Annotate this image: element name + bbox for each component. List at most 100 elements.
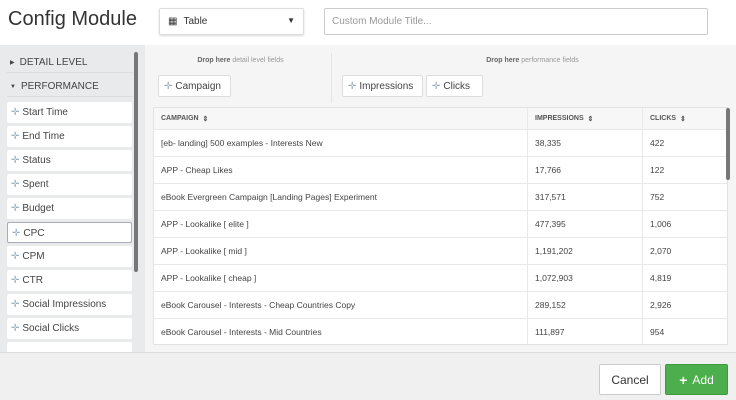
table-cell: eBook Evergreen Campaign [Landing Pages]…	[154, 184, 528, 210]
table-cell: 2,926	[650, 300, 672, 310]
section-label: DETAIL LEVEL	[19, 57, 88, 68]
data-table: CAMPAIGN ⇕ IMPRESSIONS ⇕ CLICKS ⇕ [eb- l…	[153, 107, 728, 345]
table-row[interactable]: APP - Cheap Likes 17,766 122	[154, 157, 727, 184]
table-cell: 954	[650, 327, 665, 337]
view-type-select[interactable]: ▦ Table ▼	[159, 8, 304, 35]
table-cell: 1,006	[650, 219, 672, 229]
drag-handle-icon: ✛	[11, 107, 20, 118]
header: Config Module ▦ Table ▼	[0, 0, 736, 45]
table-row[interactable]: eBook Evergreen Campaign [Landing Pages]…	[154, 184, 727, 211]
sort-icon: ⇕	[587, 115, 594, 123]
caret-down-icon: ▼	[287, 16, 295, 25]
table-row[interactable]: eBook Carousel - Interests - Mid Countri…	[154, 319, 727, 344]
drag-handle-icon: ✛	[11, 299, 20, 310]
table-cell: 1,072,903	[528, 265, 643, 291]
plus-icon: +	[679, 371, 688, 388]
table-cell: 4,819	[650, 273, 672, 283]
field-label: CPM	[22, 251, 45, 262]
table-row[interactable]: APP - Lookalike [ cheap ] 1,072,903 4,819	[154, 265, 727, 292]
sidebar-field-spent[interactable]: ✛ Spent	[7, 174, 132, 195]
table-cell: eBook Carousel - Interests - Mid Countri…	[154, 319, 528, 344]
field-label: CPC	[23, 228, 45, 239]
table-row[interactable]: eBook Carousel - Interests - Cheap Count…	[154, 292, 727, 319]
table-cell: [eb- landing] 500 examples - Interests N…	[154, 130, 528, 156]
main-panel: Drop here detail level fields Drop here …	[145, 45, 736, 352]
table-row[interactable]: APP - Lookalike [ elite ] 477,395 1,006	[154, 211, 727, 238]
table-cell: APP - Lookalike [ elite ]	[154, 211, 528, 237]
table-cell: APP - Cheap Likes	[154, 157, 528, 183]
field-chip-impressions[interactable]: ✛ Impressions	[342, 75, 423, 97]
field-label: Budget	[22, 203, 55, 214]
table-scrollbar[interactable]	[726, 108, 730, 180]
table-cell: APP - Lookalike [ mid ]	[154, 238, 528, 264]
sidebar-field-budget[interactable]: ✛ Budget	[7, 198, 132, 219]
field-label: Start Time	[22, 107, 68, 118]
table-cell: 38,335	[528, 130, 643, 156]
field-label: CTR	[22, 275, 43, 286]
custom-title-input[interactable]	[324, 8, 708, 35]
chevron-right-icon: ▶	[10, 60, 15, 66]
column-header-campaign[interactable]: CAMPAIGN ⇕	[154, 108, 528, 129]
table-cell: APP - Lookalike [ cheap ]	[154, 265, 528, 291]
section-label: PERFORMANCE	[20, 81, 99, 92]
sidebar-field-social-clicks[interactable]: ✛ Social Clicks	[7, 318, 132, 339]
table-cell: 289,152	[528, 292, 643, 318]
drag-handle-icon: ✛	[432, 81, 441, 92]
field-chip-campaign[interactable]: ✛ Campaign	[158, 75, 231, 97]
column-header-impressions[interactable]: IMPRESSIONS ⇕	[528, 108, 643, 129]
sidebar-scrollbar[interactable]	[134, 52, 138, 272]
field-label: Social Clicks	[22, 323, 80, 334]
drag-handle-icon: ✛	[164, 81, 173, 92]
table-row[interactable]: APP - Lookalike [ mid ] 1,191,202 2,070	[154, 238, 727, 265]
sidebar-field-partial[interactable]	[7, 342, 132, 352]
footer: Cancel + Add	[0, 352, 736, 400]
performance-dropzone-label: Drop here performance fields	[486, 57, 579, 64]
field-chip-clicks[interactable]: ✛ Clicks	[426, 75, 483, 97]
drag-handle-icon: ✛	[12, 228, 21, 239]
field-label: Spent	[22, 179, 49, 190]
section-performance[interactable]: ▼ PERFORMANCE	[7, 75, 133, 97]
drag-handle-icon: ✛	[11, 155, 20, 166]
drag-handle-icon: ✛	[11, 275, 20, 286]
cancel-button[interactable]: Cancel	[599, 364, 661, 395]
field-label: Status	[22, 155, 51, 166]
table-cell: 752	[650, 192, 665, 202]
sidebar-field-status[interactable]: ✛ Status	[7, 150, 132, 171]
table-cell: eBook Carousel - Interests - Cheap Count…	[154, 292, 528, 318]
field-label: End Time	[22, 131, 65, 142]
table-cell: 477,395	[528, 211, 643, 237]
table-cell: 1,191,202	[528, 238, 643, 264]
sidebar-field-cpc[interactable]: ✛ CPC	[7, 222, 132, 243]
column-header-clicks[interactable]: CLICKS ⇕	[643, 108, 727, 129]
table-cell: 122	[650, 165, 665, 175]
table-icon: ▦	[168, 16, 178, 27]
sidebar: ▶ DETAIL LEVEL ▼ PERFORMANCE ✛ Start Time ✛ E…	[0, 45, 145, 352]
sidebar-field-social-impressions[interactable]: ✛ Social Impressions	[7, 294, 132, 315]
sort-icon: ⇕	[202, 115, 209, 123]
table-row[interactable]: [eb- landing] 500 examples - Interests N…	[154, 130, 727, 157]
sidebar-field-cpm[interactable]: ✛ CPM	[7, 246, 132, 267]
sidebar-field-start-time[interactable]: ✛ Start Time	[7, 102, 132, 123]
table-header: CAMPAIGN ⇕ IMPRESSIONS ⇕ CLICKS ⇕	[154, 108, 727, 130]
table-cell: 2,070	[650, 246, 672, 256]
sidebar-field-ctr[interactable]: ✛ CTR	[7, 270, 132, 291]
table-cell: 422	[650, 138, 665, 148]
field-label: Social Impressions	[22, 299, 107, 310]
detail-dropzone-label: Drop here detail level fields	[197, 57, 284, 64]
page-title: Config Module	[8, 8, 137, 30]
drag-handle-icon: ✛	[11, 179, 20, 190]
drag-handle-icon: ✛	[11, 251, 20, 262]
drag-handle-icon: ✛	[11, 203, 20, 214]
sidebar-field-end-time[interactable]: ✛ End Time	[7, 126, 132, 147]
section-detail-level[interactable]: ▶ DETAIL LEVEL	[7, 51, 133, 73]
sort-icon: ⇕	[679, 115, 686, 123]
drag-handle-icon: ✛	[11, 323, 20, 334]
drag-handle-icon: ✛	[348, 81, 357, 92]
chevron-down-icon: ▼	[10, 84, 16, 90]
divider	[331, 53, 332, 103]
drag-handle-icon: ✛	[11, 131, 20, 142]
table-cell: 111,897	[528, 319, 643, 344]
add-button[interactable]: + Add	[665, 364, 728, 395]
table-cell: 17,766	[528, 157, 643, 183]
select-value: Table	[183, 16, 208, 27]
